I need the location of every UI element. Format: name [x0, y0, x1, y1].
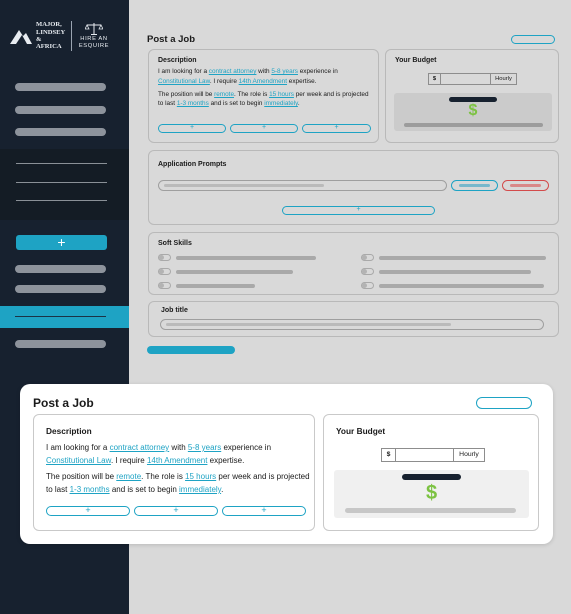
skill-label — [176, 256, 316, 260]
budget-panel: Your Budget $ Hourly $ — [385, 49, 559, 143]
zoom-rate-unit-select[interactable]: Hourly — [454, 449, 484, 461]
zoom-currency-label: $ — [382, 449, 396, 461]
skill-toggle[interactable] — [158, 254, 171, 261]
skill-label — [379, 270, 531, 274]
description-text: I am looking for a contract attorney wit… — [158, 68, 369, 108]
requirement-link[interactable]: 14th Amendment — [239, 78, 287, 85]
zoom-description-text: I am looking for a contract attorney wit… — [46, 443, 310, 494]
budget-amount-input[interactable] — [441, 74, 491, 84]
job-title-placeholder — [166, 323, 451, 326]
zoom-experience-link[interactable]: 5-8 years — [188, 443, 221, 452]
application-prompts-heading: Application Prompts — [158, 161, 227, 168]
prompt-placeholder — [164, 184, 324, 187]
hours-link[interactable]: 15 hours — [269, 91, 294, 98]
post-job-zoom-card: Post a Job Description I am looking for … — [20, 384, 553, 544]
zoom-start-link[interactable]: immediately — [179, 485, 221, 494]
prompt-input[interactable] — [158, 180, 447, 191]
duration-link[interactable]: 1-3 months — [177, 100, 209, 107]
application-prompts-panel: Application Prompts + — [148, 150, 559, 225]
zoom-budget-summary-card: $ — [334, 470, 529, 518]
zoom-budget-amount-input[interactable] — [396, 449, 454, 461]
skill-toggle[interactable] — [361, 282, 374, 289]
description-panel: Description I am looking for a contract … — [148, 49, 379, 143]
sidebar-item[interactable] — [15, 285, 106, 293]
start-link[interactable]: immediately — [264, 100, 298, 107]
role-link[interactable]: contract attorney — [209, 68, 257, 75]
skill-toggle[interactable] — [361, 268, 374, 275]
zoom-add-detail-button[interactable]: + — [134, 506, 218, 516]
sidebar-item[interactable] — [15, 83, 106, 91]
mountain-logo-icon — [10, 30, 32, 44]
zoom-practice-area-link[interactable]: Constitutional Law — [46, 456, 111, 465]
sidebar-item[interactable] — [15, 340, 106, 348]
sidebar-divider — [16, 200, 107, 201]
zoom-dollar-icon: $ — [425, 482, 438, 504]
add-detail-button[interactable]: + — [230, 124, 298, 133]
soft-skills-panel: Soft Skills — [148, 232, 559, 295]
brand-right: HIRE AN ESQUIRE — [77, 22, 111, 50]
job-title-heading: Job title — [161, 307, 188, 314]
zoom-budget-amount-placeholder — [402, 474, 461, 480]
zoom-budget-heading: Your Budget — [336, 426, 386, 436]
zoom-budget-rate-field[interactable]: $ Hourly — [381, 448, 485, 462]
description-heading: Description — [158, 57, 197, 64]
brand-name-right: HIRE AN ESQUIRE — [78, 36, 110, 49]
sidebar-item-active[interactable] — [0, 306, 129, 328]
brand-divider — [71, 21, 72, 51]
zoom-role-link[interactable]: contract attorney — [110, 443, 170, 452]
zoom-budget-panel: Your Budget $ Hourly $ — [323, 414, 539, 531]
sidebar-item[interactable] — [15, 128, 106, 136]
budget-rate-field[interactable]: $ Hourly — [428, 73, 517, 85]
zoom-location-link[interactable]: remote — [116, 472, 141, 481]
zoom-add-detail-button[interactable]: + — [46, 506, 130, 516]
zoom-page-title: Post a Job — [33, 396, 94, 410]
add-detail-button[interactable]: + — [158, 124, 226, 133]
sidebar-item[interactable] — [15, 106, 106, 114]
add-detail-button[interactable]: + — [302, 124, 371, 133]
location-link[interactable]: remote — [214, 91, 234, 98]
dollar-icon: $ — [468, 102, 478, 119]
sidebar-divider — [16, 182, 107, 183]
soft-skills-heading: Soft Skills — [158, 240, 192, 247]
zoom-duration-link[interactable]: 1-3 months — [70, 485, 110, 494]
page-title: Post a Job — [147, 34, 196, 45]
zoom-header-action-button[interactable] — [476, 397, 532, 409]
skill-label — [176, 284, 255, 288]
rate-unit-select[interactable]: Hourly — [491, 74, 516, 84]
budget-note-placeholder — [404, 123, 543, 127]
brand-logo[interactable]: MAJOR, LINDSEY & AFRICA HIRE AN ESQUIRE — [10, 18, 120, 54]
sidebar-add-button[interactable]: + — [16, 235, 107, 250]
skill-label — [176, 270, 293, 274]
brand-name-left: MAJOR, LINDSEY & AFRICA — [36, 21, 66, 51]
skill-label — [379, 256, 546, 260]
zoom-hours-link[interactable]: 15 hours — [185, 472, 216, 481]
sidebar-item[interactable] — [15, 265, 106, 273]
zoom-description-heading: Description — [46, 426, 92, 436]
experience-link[interactable]: 5-8 years — [271, 68, 298, 75]
save-prompt-button[interactable] — [451, 180, 498, 191]
zoom-requirement-link[interactable]: 14th Amendment — [147, 456, 207, 465]
sidebar-active-line — [15, 316, 106, 317]
continue-button[interactable] — [147, 346, 235, 354]
skill-label — [379, 284, 544, 288]
delete-prompt-button[interactable] — [502, 180, 549, 191]
zoom-budget-note-placeholder — [345, 508, 516, 513]
budget-summary-card: $ — [394, 93, 552, 131]
zoom-description-panel: Description I am looking for a contract … — [33, 414, 315, 531]
sidebar-divider — [16, 163, 107, 164]
budget-heading: Your Budget — [395, 57, 437, 64]
scales-of-justice-icon — [85, 23, 103, 36]
job-title-panel: Job title — [148, 301, 559, 337]
skill-toggle[interactable] — [361, 254, 374, 261]
skill-toggle[interactable] — [158, 282, 171, 289]
header-action-button[interactable] — [511, 35, 555, 44]
skill-toggle[interactable] — [158, 268, 171, 275]
add-prompt-button[interactable]: + — [282, 206, 435, 215]
currency-label: $ — [429, 74, 441, 84]
job-title-input[interactable] — [160, 319, 544, 330]
practice-area-link[interactable]: Constitutional Law — [158, 78, 210, 85]
sidebar-section — [0, 149, 129, 220]
zoom-add-detail-button[interactable]: + — [222, 506, 306, 516]
